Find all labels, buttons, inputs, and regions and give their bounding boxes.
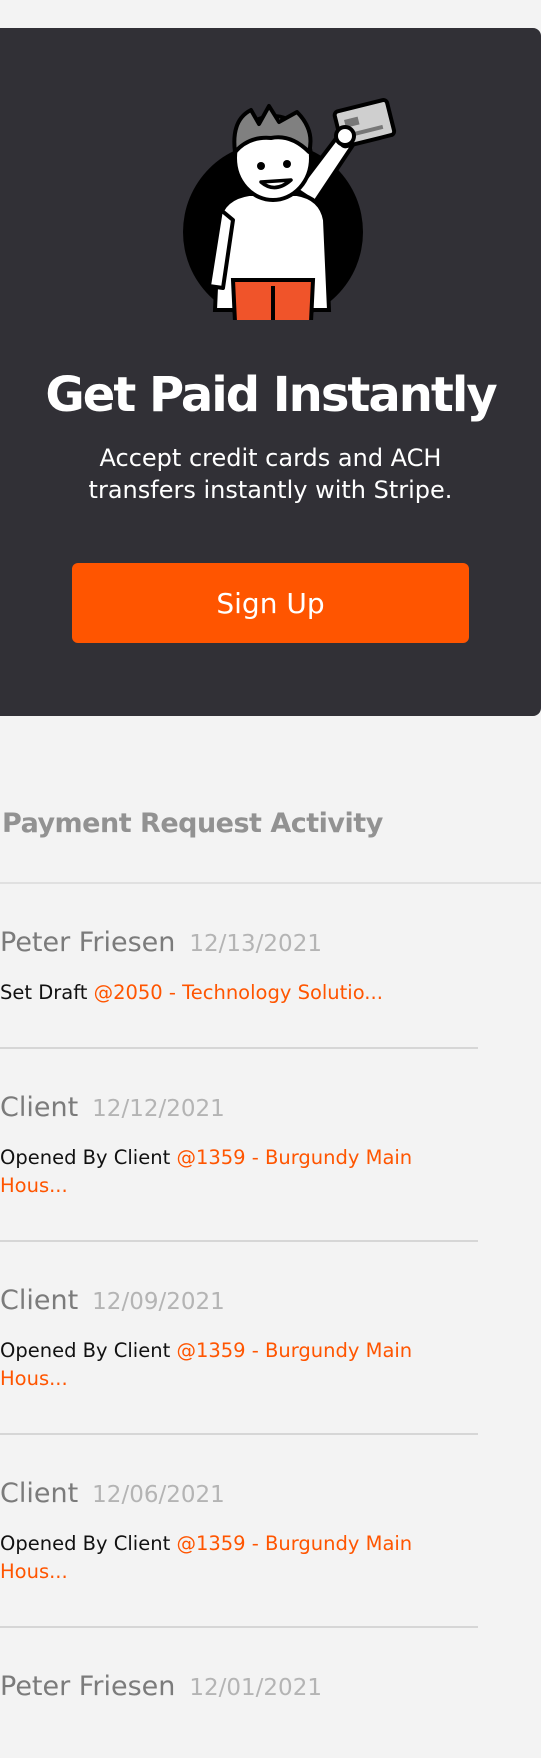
activity-list: Peter Friesen 12/13/2021 Set Draft @2050 … [0,884,478,1704]
person-holding-credit-card-illustration [183,98,397,320]
activity-action: Opened By Client [0,1146,171,1169]
activity-description: Opened By Client @1359 - Burgundy Main H… [0,1337,420,1433]
activity-description: Set Draft @2050 - Technology Solutio... [0,979,420,1047]
stripe-promo-card: Get Paid Instantly Accept credit cards a… [0,28,541,716]
activity-author: Client [0,1478,79,1509]
activity-author: Peter Friesen [0,1671,176,1702]
activity-item: Client 12/09/2021 Opened By Client @1359 … [0,1242,478,1435]
activity-action: Opened By Client [0,1339,171,1362]
promo-title: Get Paid Instantly [45,367,497,423]
activity-description: Opened By Client @1359 - Burgundy Main H… [0,1530,420,1626]
activity-job-link[interactable]: @2050 - Technology Solutio... [94,981,383,1004]
activity-section-title: Payment Request Activity [2,808,383,839]
activity-action: Opened By Client [0,1532,171,1555]
activity-date: 12/06/2021 [92,1482,225,1508]
activity-item: Peter Friesen 12/13/2021 Set Draft @2050 … [0,884,478,1049]
promo-subtitle: Accept credit cards and ACH transfers in… [88,444,453,504]
activity-date: 12/13/2021 [189,931,322,957]
activity-item: Client 12/06/2021 Opened By Client @1359 … [0,1435,478,1628]
activity-item: Client 12/12/2021 Opened By Client @1359 … [0,1049,478,1242]
activity-action: Set Draft [0,981,88,1004]
activity-author: Client [0,1285,79,1316]
activity-author: Client [0,1092,79,1123]
activity-author: Peter Friesen [0,927,176,958]
activity-date: 12/09/2021 [92,1289,225,1315]
activity-date: 12/01/2021 [189,1675,322,1701]
sign-up-button[interactable]: Sign Up [72,563,469,643]
activity-item: Peter Friesen 12/01/2021 [0,1628,478,1704]
activity-date: 12/12/2021 [92,1096,225,1122]
activity-description: Opened By Client @1359 - Burgundy Main H… [0,1144,420,1240]
